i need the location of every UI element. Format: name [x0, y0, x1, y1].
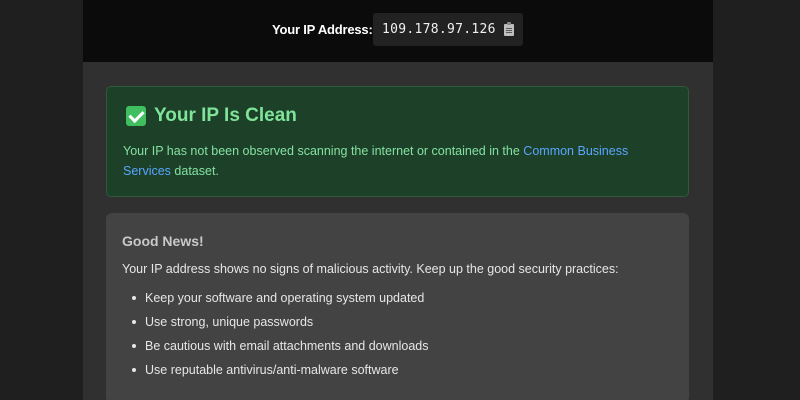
ip-clean-text-before: Your IP has not been observed scanning t…: [123, 144, 524, 158]
ip-header: Your IP Address: 109.178.97.126: [83, 0, 713, 62]
list-item: Keep your software and operating system …: [122, 290, 429, 314]
main-container: Your IP Address: 109.178.97.126 Your IP …: [83, 0, 713, 400]
ip-address-label: Your IP Address:: [272, 22, 373, 37]
ip-address-box[interactable]: 109.178.97.126: [373, 13, 523, 46]
ip-clean-description: Your IP has not been observed scanning t…: [123, 141, 663, 181]
page: Your IP Address: 109.178.97.126 Your IP …: [0, 0, 800, 400]
ip-clean-text-after: dataset.: [170, 164, 219, 178]
ip-address-value[interactable]: 109.178.97.126: [382, 22, 496, 37]
list-item: Use strong, unique passwords: [122, 314, 429, 338]
list-item: Use reputable antivirus/anti-malware sof…: [122, 362, 429, 386]
security-tips-list: Keep your software and operating system …: [122, 290, 429, 386]
good-news-title: Good News!: [122, 233, 204, 249]
check-mark-icon: [126, 106, 146, 126]
ip-clean-card: Your IP Is Clean Your IP has not been ob…: [106, 86, 689, 197]
list-item: Be cautious with email attachments and d…: [122, 338, 429, 362]
clipboard-icon[interactable]: [503, 21, 514, 36]
good-news-card: Good News! Your IP address shows no sign…: [106, 213, 689, 400]
good-news-intro: Your IP address shows no signs of malici…: [122, 262, 619, 276]
ip-clean-title: Your IP Is Clean: [154, 105, 297, 126]
